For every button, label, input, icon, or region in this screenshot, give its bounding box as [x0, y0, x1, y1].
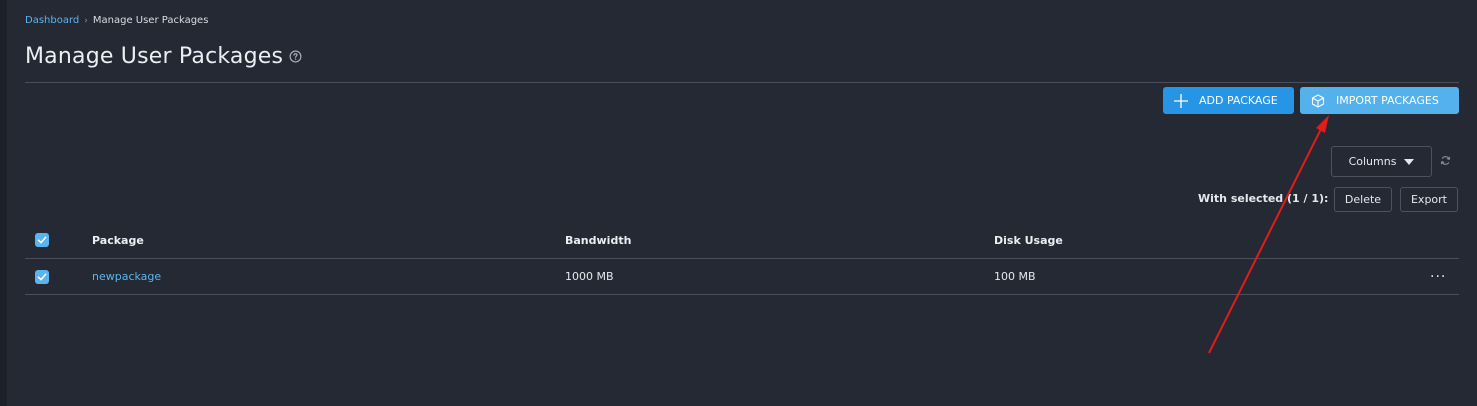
disk-usage-cell: 100 MB — [994, 270, 1036, 283]
bandwidth-cell: 1000 MB — [565, 270, 614, 283]
columns-label: Columns — [1348, 155, 1397, 168]
add-package-label: ADD PACKAGE — [1199, 94, 1278, 107]
row-actions-cell: ··· — [1430, 259, 1446, 294]
page-title: Manage User Packages — [25, 44, 284, 69]
import-packages-label: IMPORT PACKAGES — [1336, 94, 1439, 107]
table-header-row: Package Bandwidth Disk Usage — [25, 222, 1459, 259]
select-all-cell — [35, 222, 49, 258]
more-options-icon[interactable]: ··· — [1430, 270, 1446, 284]
add-package-button[interactable]: ADD PACKAGE — [1163, 87, 1294, 114]
with-selected-label: With selected (1 / 1): — [1198, 192, 1329, 205]
columns-dropdown[interactable]: Columns — [1331, 146, 1432, 177]
select-all-checkbox[interactable] — [35, 233, 49, 247]
column-header-package[interactable]: Package — [92, 222, 144, 258]
delete-button[interactable]: Delete — [1334, 187, 1392, 212]
left-sidebar-edge — [0, 0, 7, 406]
breadcrumb-dashboard-link[interactable]: Dashboard — [25, 15, 79, 26]
table-row: newpackage 1000 MB 100 MB ··· — [25, 259, 1459, 295]
box-icon — [1310, 93, 1326, 109]
breadcrumb-separator: › — [84, 15, 88, 26]
package-link[interactable]: newpackage — [92, 270, 161, 283]
import-packages-button[interactable]: IMPORT PACKAGES — [1300, 87, 1459, 114]
title-divider — [25, 82, 1459, 83]
row-select-cell — [35, 259, 49, 294]
column-header-disk-usage[interactable]: Disk Usage — [994, 222, 1063, 258]
plus-icon — [1173, 93, 1189, 109]
package-cell: newpackage — [92, 259, 161, 294]
breadcrumb-current: Manage User Packages — [92, 15, 209, 26]
caret-down-icon — [1404, 158, 1415, 165]
breadcrumb: Dashboard › Manage User Packages — [25, 15, 208, 26]
export-button[interactable]: Export — [1400, 187, 1458, 212]
row-checkbox[interactable] — [35, 269, 49, 284]
column-header-bandwidth[interactable]: Bandwidth — [565, 222, 631, 258]
title-row: Manage User Packages — [25, 44, 302, 69]
question-circle-icon[interactable] — [289, 50, 302, 63]
packages-table: Package Bandwidth Disk Usage newpackage … — [25, 222, 1459, 295]
refresh-icon[interactable] — [1440, 155, 1451, 166]
main-content: Dashboard › Manage User Packages Manage … — [25, 0, 1459, 406]
